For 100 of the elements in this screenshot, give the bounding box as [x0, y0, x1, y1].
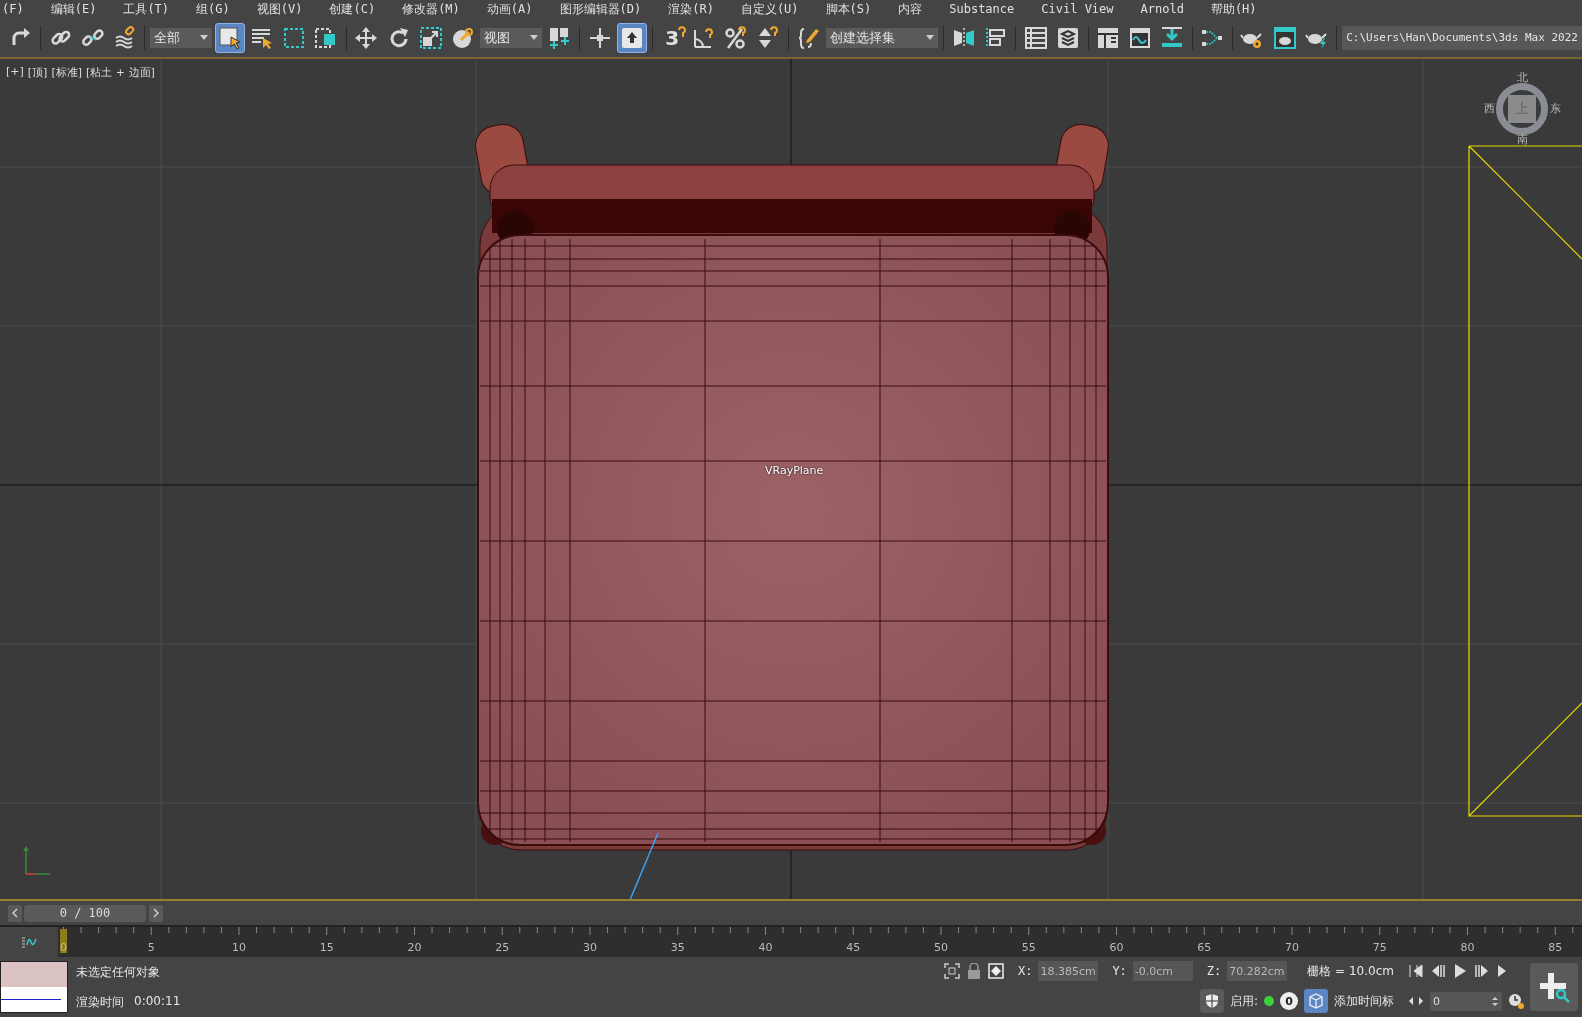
menu-item[interactable]: 组(G) — [196, 1, 230, 18]
menu-item[interactable]: 动画(A) — [486, 1, 533, 18]
coordinate-field[interactable]: 18.385cm — [1038, 961, 1099, 981]
time-slider-track[interactable]: 0 / 100 — [24, 903, 1572, 923]
next-frame-button[interactable] — [149, 904, 163, 922]
dropdown-caret-icon — [926, 35, 935, 41]
frame-number: 85 — [1548, 941, 1563, 954]
snap-toggle-button[interactable]: 3 — [657, 22, 687, 53]
frame-number: 70 — [1285, 941, 1299, 954]
wave-window-icon — [1128, 25, 1153, 50]
frame-number: 25 — [495, 941, 510, 954]
braces-pencil-icon — [796, 25, 821, 50]
dashed-square-icon — [282, 25, 307, 50]
axis-label: Y: — [1112, 964, 1127, 978]
time-slider-thumb[interactable]: 0 / 100 — [24, 904, 146, 922]
cube-icon — [1308, 993, 1324, 1009]
menu-item[interactable]: Arnold — [1140, 2, 1184, 17]
time-config-icon[interactable] — [1508, 993, 1524, 1010]
curve-editor-icon[interactable] — [21, 935, 37, 949]
menu-item[interactable]: 视图(V) — [256, 1, 303, 18]
menu-item[interactable]: 脚本(S) — [825, 1, 872, 18]
menu-item[interactable]: 自定义(U) — [740, 1, 799, 18]
axis-label: Z: — [1206, 964, 1222, 978]
menu-item[interactable]: 帮助(H) — [1210, 1, 1257, 18]
cursor-square-icon — [217, 25, 242, 50]
compass-label: 北 — [1517, 69, 1528, 85]
chevron-left-icon — [11, 908, 19, 918]
chevron-right-icon — [152, 908, 160, 918]
compass-label: 西 — [1484, 100, 1495, 116]
render-time-label: 渲染时间 — [76, 993, 124, 1011]
compass-label: 南 — [1517, 131, 1528, 147]
menu-item[interactable]: 渲染(R) — [668, 1, 714, 18]
dropdown-caret-icon — [200, 35, 209, 41]
add-time-tag-label[interactable]: 添加时间标 — [1334, 992, 1394, 1010]
panel-icon — [1096, 25, 1120, 50]
menu-item[interactable]: 创建(C) — [329, 1, 376, 18]
menu-item[interactable]: 编辑(E) — [50, 1, 97, 18]
frame-number: 55 — [1021, 941, 1036, 954]
absolute-mode-icon[interactable] — [987, 963, 1004, 979]
menu-item[interactable]: (F) — [2, 2, 24, 17]
shield-icon — [1204, 993, 1219, 1009]
menu-item[interactable]: 工具(T) — [123, 1, 170, 18]
frame-number: 65 — [1197, 941, 1212, 954]
status-prompt: 未选定任何对象 — [76, 963, 161, 981]
previous-key-icon[interactable] — [1430, 963, 1446, 980]
frame-number: 50 — [934, 941, 948, 954]
frame-number: 5 — [147, 941, 155, 954]
lock-icon[interactable] — [965, 963, 982, 979]
menu-item[interactable]: 内容 — [898, 1, 923, 18]
viewport-label[interactable]: [标准] — [51, 64, 82, 80]
current-frame-marker[interactable] — [60, 929, 67, 953]
frame-number: 60 — [1109, 941, 1124, 954]
menu-item[interactable]: Civil View — [1041, 2, 1114, 17]
project-path-dropdown[interactable]: C:\Users\Han\Documents\3ds Max 2022 — [1342, 25, 1582, 50]
frame-number: 80 — [1460, 941, 1475, 954]
frame-number: 20 — [407, 941, 422, 954]
layers-icon — [1055, 25, 1080, 50]
scale-icon — [418, 25, 443, 50]
axis-label: X: — [1017, 964, 1033, 978]
object-label: VRayPlane — [765, 463, 824, 477]
viewport-label[interactable]: [顶] — [27, 64, 48, 80]
shield-button[interactable] — [1199, 989, 1224, 1013]
frame-number: 35 — [670, 941, 685, 954]
menu-item[interactable]: Substance — [949, 2, 1015, 17]
cursor-square-button[interactable] — [215, 22, 245, 53]
menu-item[interactable]: 图形编辑器(D) — [559, 1, 642, 18]
dropdown[interactable]: 全部 — [150, 27, 213, 48]
go-to-start-icon[interactable] — [1408, 963, 1424, 980]
frame-field[interactable]: 0 — [1430, 991, 1502, 1011]
frame-number: 40 — [758, 941, 773, 954]
dropdown[interactable]: 视图 — [480, 27, 543, 48]
next-key-icon[interactable] — [1474, 963, 1490, 980]
key-mode-icon[interactable] — [1408, 995, 1424, 1008]
pivot-icon — [547, 25, 572, 50]
dropdown-caret-icon — [530, 35, 539, 41]
viewport-label[interactable]: [粘土 + 边面] — [86, 64, 155, 80]
previous-frame-button[interactable] — [8, 904, 22, 922]
frame-number: 45 — [846, 941, 861, 954]
cube-button[interactable] — [1304, 989, 1328, 1013]
spinner-icon — [1491, 995, 1499, 1007]
coordinate-field[interactable]: -0.0cm — [1132, 961, 1193, 981]
render-time: 0:00:11 — [134, 993, 181, 1010]
add-key-button[interactable] — [1530, 963, 1578, 1011]
enable-label: 启用: — [1229, 992, 1258, 1010]
coordinate-field[interactable]: 70.282cm — [1227, 961, 1288, 981]
frame-number: 0 — [60, 941, 67, 954]
crosshair-icon — [587, 25, 612, 50]
upload-arrow-button[interactable] — [617, 22, 647, 53]
isolate-icon[interactable] — [943, 963, 960, 979]
listener-preview[interactable] — [0, 961, 68, 1013]
menu-item[interactable]: 修改器(M) — [402, 1, 460, 18]
plus-key-icon — [1537, 970, 1571, 1004]
viewport-label[interactable]: [+] — [6, 64, 24, 80]
dropdown[interactable]: 创建选择集 — [826, 27, 939, 48]
play-icon[interactable] — [1452, 963, 1468, 980]
percent-icon — [724, 25, 749, 50]
frame-number: 10 — [232, 941, 246, 954]
sphere-icon — [450, 25, 475, 50]
axis-tripod-icon — [23, 845, 51, 875]
grid-size: 栅格 = 10.0cm — [1307, 962, 1394, 980]
